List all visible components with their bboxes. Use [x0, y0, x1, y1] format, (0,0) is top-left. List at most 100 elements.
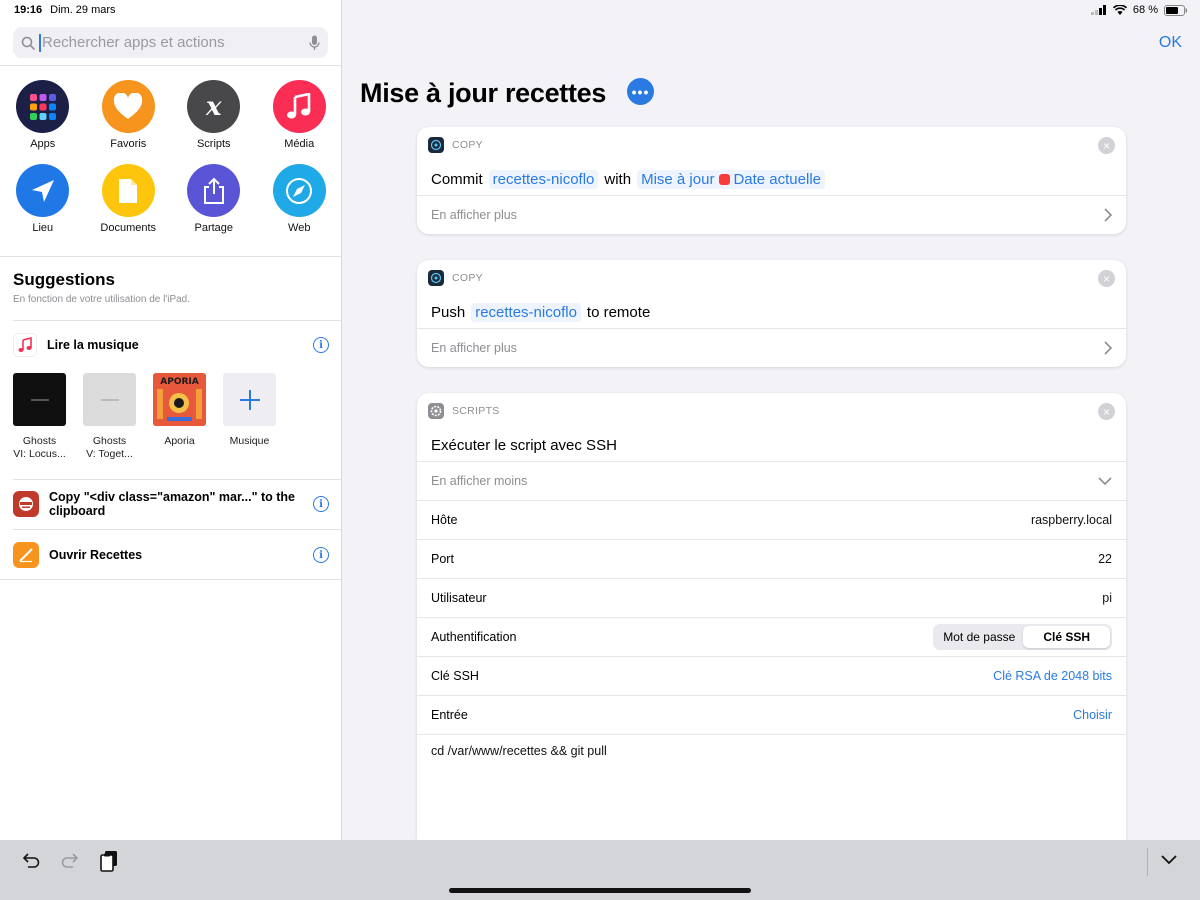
show-more-label: En afficher plus: [431, 341, 517, 355]
category-label: Documents: [100, 222, 157, 234]
field-label: Authentification: [431, 630, 517, 644]
suggestion-play-music[interactable]: Lire la musique i: [13, 333, 329, 357]
category-apps[interactable]: Apps: [0, 80, 86, 150]
search-input[interactable]: Rechercher apps et actions: [13, 27, 328, 58]
apps-grid-icon: [16, 80, 70, 133]
segment-password[interactable]: Mot de passe: [935, 626, 1023, 648]
repo-variable[interactable]: recettes-nicoflo: [488, 169, 599, 189]
field-label: Utilisateur: [431, 591, 487, 605]
segment-ssh-key[interactable]: Clé SSH: [1023, 626, 1110, 648]
category-favoris[interactable]: Favoris: [86, 80, 172, 150]
choose-input-link[interactable]: Choisir: [1073, 708, 1112, 722]
action-card-commit[interactable]: COPY × Commit recettes-nicoflo with Mise…: [417, 127, 1126, 234]
album-item[interactable]: APORIA Aporia: [153, 373, 206, 461]
host-field[interactable]: Hôte raspberry.local: [417, 500, 1126, 539]
suggestion-open-recettes[interactable]: Ouvrir Recettes i: [13, 542, 329, 568]
undo-icon[interactable]: [22, 852, 40, 868]
ssh-key-field[interactable]: Clé SSH Clé RSA de 2048 bits: [417, 656, 1126, 695]
git-app-icon: [428, 270, 444, 286]
recettes-app-icon: [13, 542, 39, 568]
user-value[interactable]: pi: [1102, 591, 1112, 605]
cellular-signal-icon: [1090, 5, 1106, 15]
category-partage[interactable]: Partage: [171, 164, 257, 234]
git-app-icon: [428, 137, 444, 153]
plus-icon: [223, 373, 276, 426]
music-note-icon: [272, 80, 326, 133]
field-label: Hôte: [431, 513, 458, 527]
close-icon[interactable]: ×: [1098, 137, 1115, 154]
auth-segmented-control[interactable]: Mot de passe Clé SSH: [933, 624, 1112, 650]
status-time: 19:16: [14, 4, 43, 16]
album-title: Aporia: [164, 435, 195, 447]
message-variable[interactable]: Mise à jour Date actuelle: [637, 169, 825, 189]
album-art: [83, 373, 136, 426]
category-web[interactable]: Web: [257, 164, 343, 234]
search-placeholder: Rechercher apps et actions: [42, 34, 225, 51]
info-icon[interactable]: i: [313, 337, 329, 353]
calendar-icon: [719, 173, 731, 185]
action-card-ssh[interactable]: SCRIPTS × Exécuter le script avec SSH En…: [417, 393, 1126, 840]
auth-field: Authentification Mot de passe Clé SSH: [417, 617, 1126, 656]
port-field[interactable]: Port 22: [417, 539, 1126, 578]
script-textarea[interactable]: cd /var/www/recettes && git pull: [417, 734, 1126, 840]
album-item-add[interactable]: Musique: [223, 373, 276, 461]
clipboard-app-icon: [13, 491, 39, 517]
heart-icon: [101, 80, 155, 133]
more-options-icon[interactable]: •••: [627, 78, 654, 105]
document-icon: [101, 164, 155, 217]
home-indicator[interactable]: [449, 888, 751, 893]
info-icon[interactable]: i: [313, 496, 329, 512]
field-label: Entrée: [431, 708, 468, 722]
status-bar-left: 19:16 Dim. 29 mars: [14, 4, 116, 16]
category-scripts[interactable]: x Scripts: [171, 80, 257, 150]
chevron-down-icon[interactable]: [1161, 855, 1177, 865]
category-lieu[interactable]: Lieu: [0, 164, 86, 234]
wifi-icon: [1112, 5, 1127, 15]
action-card-push[interactable]: COPY × Push recettes-nicoflo to remote E…: [417, 260, 1126, 367]
action-category: COPY: [452, 139, 483, 151]
show-less-row[interactable]: En afficher moins: [417, 461, 1126, 500]
redo-icon[interactable]: [61, 852, 79, 868]
action-category: SCRIPTS: [452, 405, 500, 417]
sidebar: 19:16 Dim. 29 mars Rechercher apps et ac…: [0, 0, 342, 840]
action-text: with: [604, 170, 632, 188]
divider: [13, 320, 342, 321]
info-icon[interactable]: i: [313, 547, 329, 563]
clipboard-paste-icon[interactable]: [100, 850, 118, 872]
toolbar-divider: [1147, 848, 1148, 876]
svg-text:APORIA: APORIA: [160, 377, 198, 387]
action-summary: Commit recettes-nicoflo with Mise à jour…: [417, 163, 1126, 195]
divider: [13, 479, 342, 480]
album-item[interactable]: Ghosts V: Toget...: [83, 373, 136, 461]
microphone-icon[interactable]: [309, 35, 320, 51]
ok-button[interactable]: OK: [1159, 34, 1182, 52]
field-label: Port: [431, 552, 454, 566]
compass-icon: [272, 164, 326, 217]
album-art: [13, 373, 66, 426]
search-icon: [21, 36, 35, 50]
suggestion-copy-clipboard[interactable]: Copy "<div class="amazon" mar..." to the…: [13, 490, 329, 518]
category-label: Média: [284, 138, 315, 150]
user-field[interactable]: Utilisateur pi: [417, 578, 1126, 617]
album-item[interactable]: Ghosts VI: Locus...: [13, 373, 66, 461]
show-more-row[interactable]: En afficher plus: [417, 328, 1126, 367]
action-summary: Exécuter le script avec SSH: [417, 429, 1126, 461]
close-icon[interactable]: ×: [1098, 403, 1115, 420]
category-documents[interactable]: Documents: [86, 164, 172, 234]
host-value[interactable]: raspberry.local: [1031, 513, 1112, 527]
category-grid: Apps Favoris x Scripts Média Lieu Docume…: [0, 80, 342, 234]
category-label: Partage: [194, 222, 234, 234]
port-value[interactable]: 22: [1098, 552, 1112, 566]
action-verb: Commit: [431, 170, 483, 188]
input-field[interactable]: Entrée Choisir: [417, 695, 1126, 734]
text-caret: [39, 33, 41, 52]
music-app-icon: [13, 333, 37, 357]
divider: [0, 579, 342, 580]
chevron-down-icon: [1098, 477, 1112, 485]
close-icon[interactable]: ×: [1098, 270, 1115, 287]
album-art: APORIA: [153, 373, 206, 426]
repo-variable[interactable]: recettes-nicoflo: [471, 302, 581, 322]
show-more-row[interactable]: En afficher plus: [417, 195, 1126, 234]
category-media[interactable]: Média: [257, 80, 343, 150]
ssh-key-link[interactable]: Clé RSA de 2048 bits: [993, 669, 1112, 683]
